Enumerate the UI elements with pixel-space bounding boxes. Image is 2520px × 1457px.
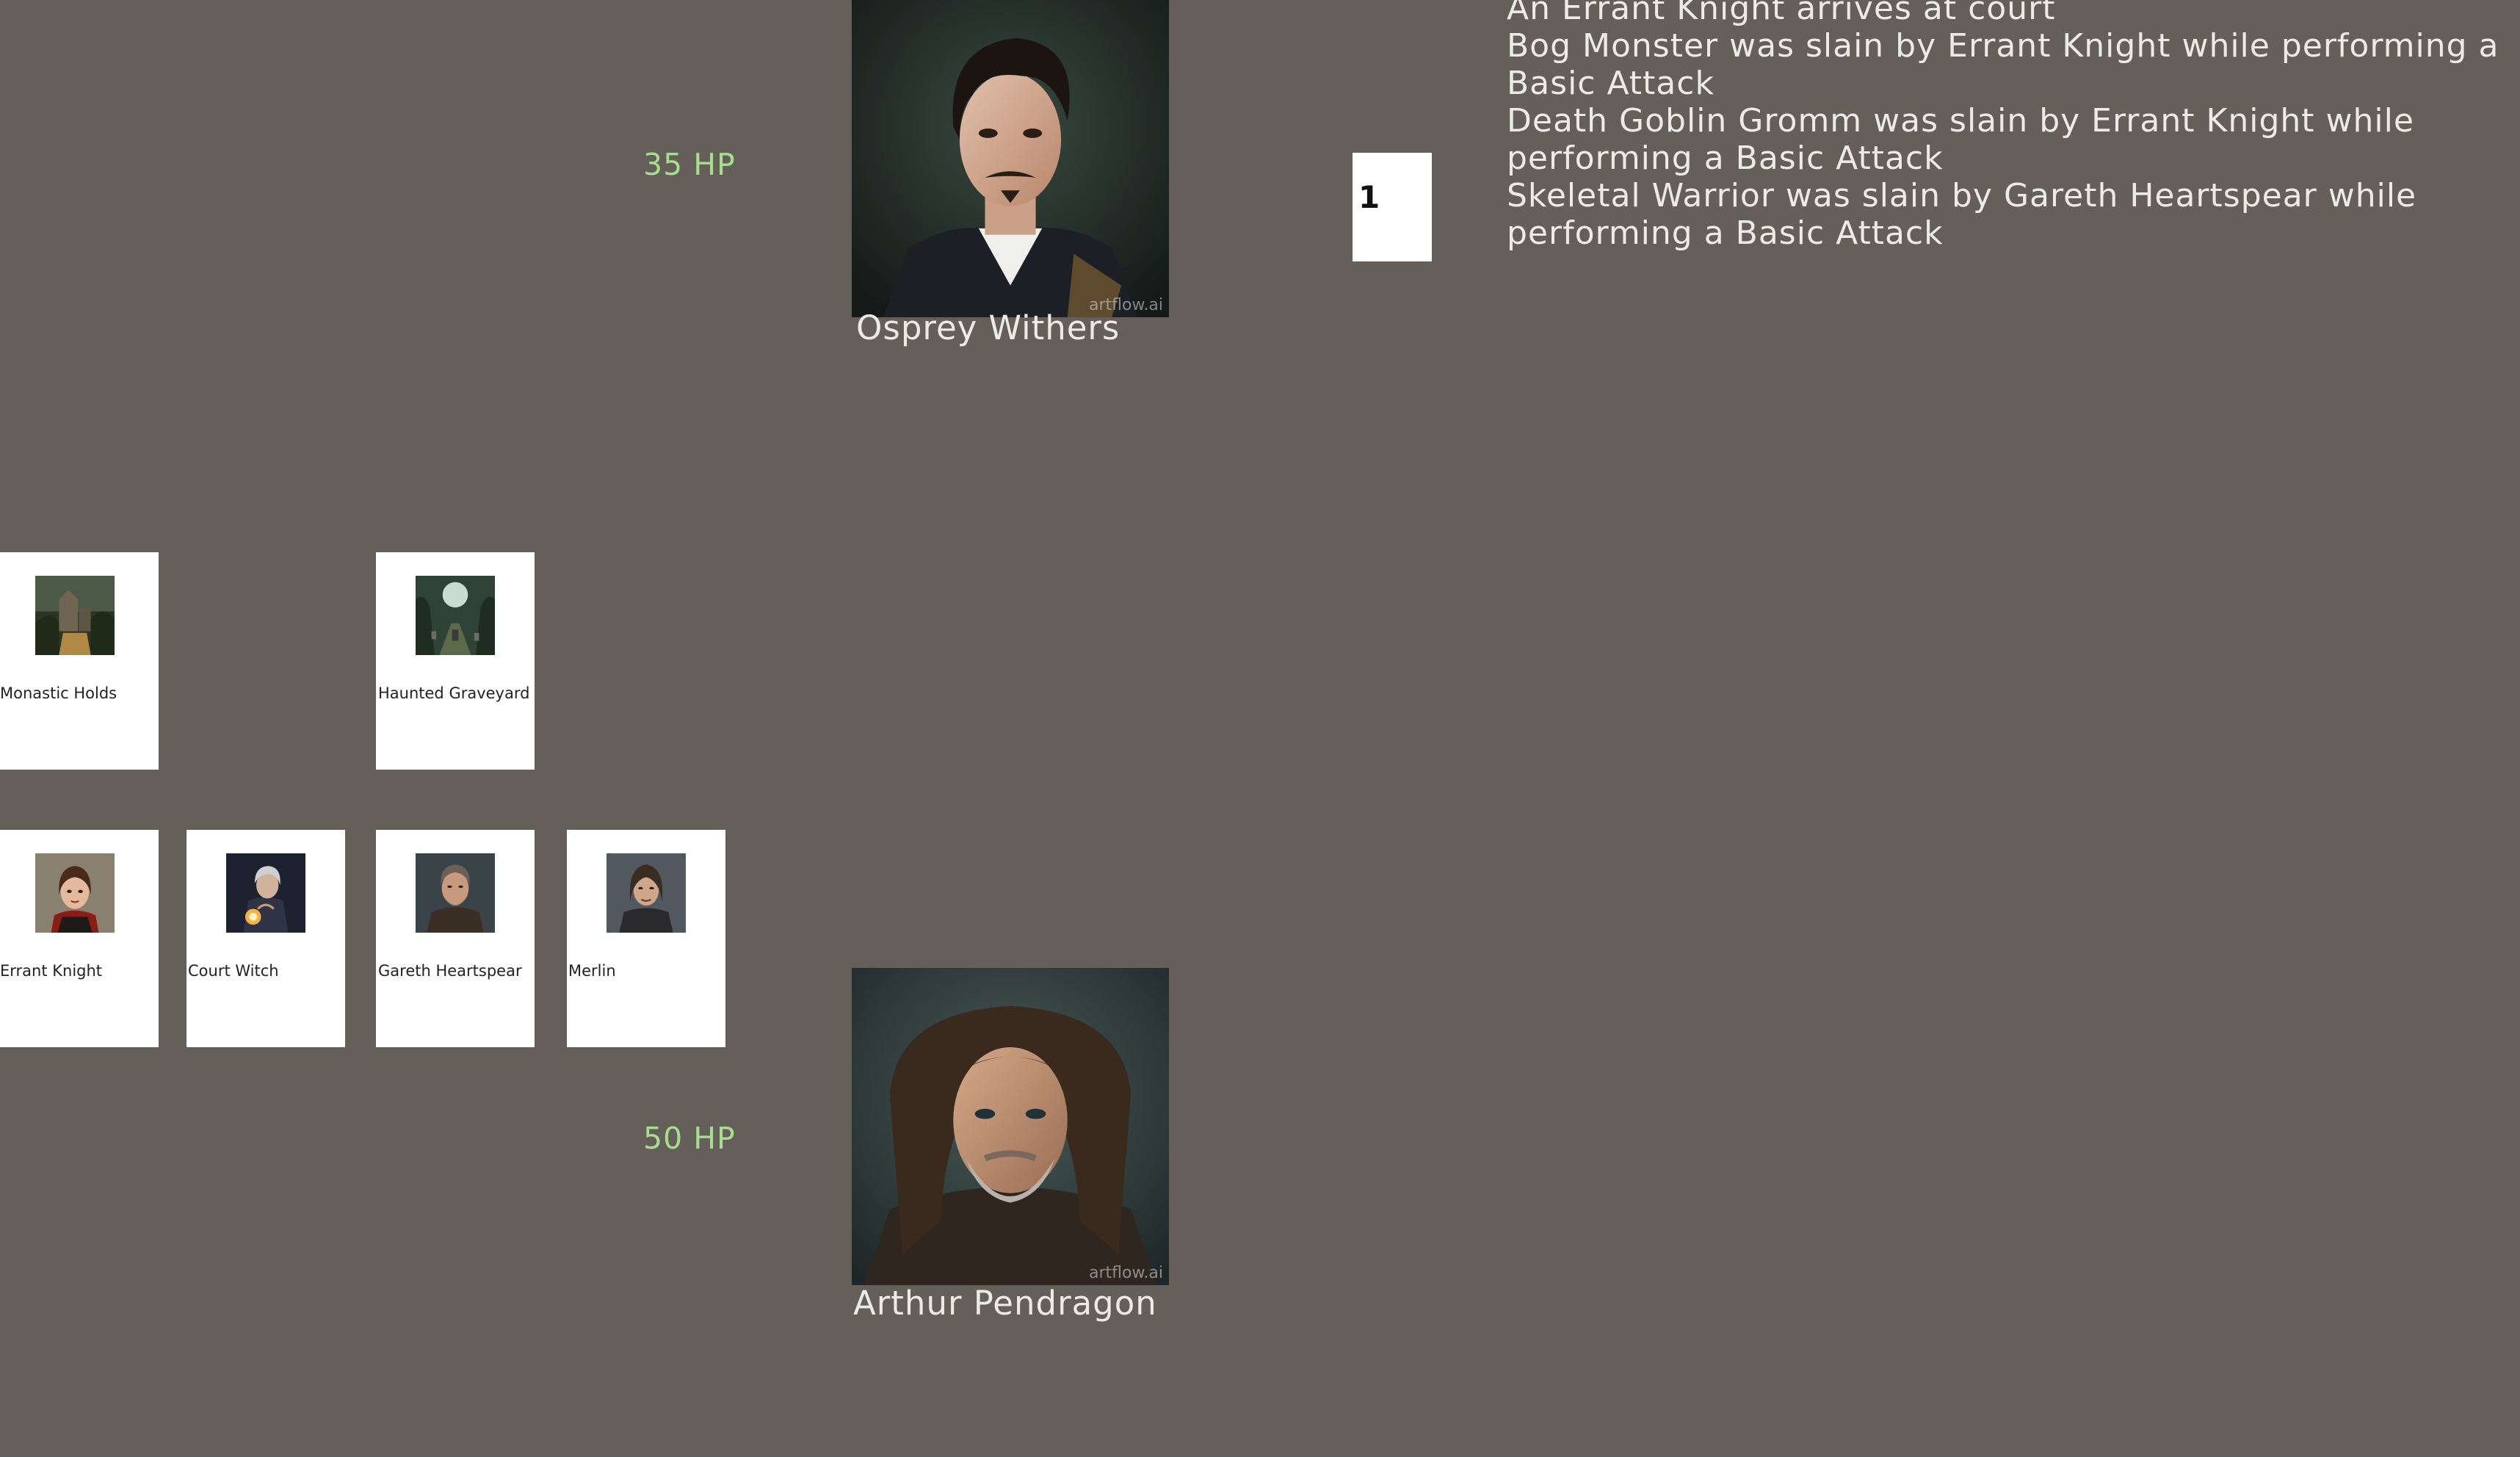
opponent-portrait[interactable]: artflow.ai (852, 0, 1169, 317)
combat-log: An Errant Knight arrives at court Bog Mo… (1507, 0, 2520, 252)
merlin-icon (607, 853, 686, 933)
errant-knight-icon (35, 853, 115, 933)
log-entry: An Errant Knight arrives at court (1507, 0, 2056, 27)
location-label: Monastic Holds (0, 684, 117, 702)
location-card-haunted-graveyard[interactable]: Haunted Graveyard (376, 552, 535, 770)
monastery-icon (35, 576, 115, 655)
player-portrait[interactable]: artflow.ai (852, 968, 1169, 1285)
hand-card-merlin[interactable]: Merlin (567, 830, 725, 1047)
hand-card-court-witch[interactable]: Court Witch (187, 830, 345, 1047)
turn-number: 1 (1358, 179, 1380, 215)
log-entry: Death Goblin Gromm was slain by Errant K… (1507, 102, 2414, 177)
player-hp: 50 HP (643, 1121, 736, 1156)
location-label: Haunted Graveyard (378, 684, 530, 702)
osprey-portrait-icon (852, 0, 1169, 317)
graveyard-icon (416, 576, 495, 655)
opponent-name: Osprey Withers (856, 308, 1120, 347)
court-witch-icon (226, 853, 305, 933)
turn-counter: 1 (1353, 153, 1432, 261)
hand-card-gareth-heartspear[interactable]: Gareth Heartspear (376, 830, 535, 1047)
player-name: Arthur Pendragon (853, 1284, 1157, 1323)
card-label: Merlin (568, 962, 616, 980)
log-entry: Skeletal Warrior was slain by Gareth Hea… (1507, 177, 2417, 252)
log-entry: Bog Monster was slain by Errant Knight w… (1507, 27, 2499, 102)
location-card-monastic-holds[interactable]: Monastic Holds (0, 552, 159, 770)
player-watermark: artflow.ai (1088, 1264, 1163, 1282)
arthur-portrait-icon (852, 968, 1169, 1285)
gareth-icon (416, 853, 495, 933)
card-label: Gareth Heartspear (378, 962, 522, 980)
opponent-hp: 35 HP (643, 147, 736, 182)
card-label: Court Witch (188, 962, 279, 980)
card-label: Errant Knight (0, 962, 103, 980)
hand-card-errant-knight[interactable]: Errant Knight (0, 830, 159, 1047)
